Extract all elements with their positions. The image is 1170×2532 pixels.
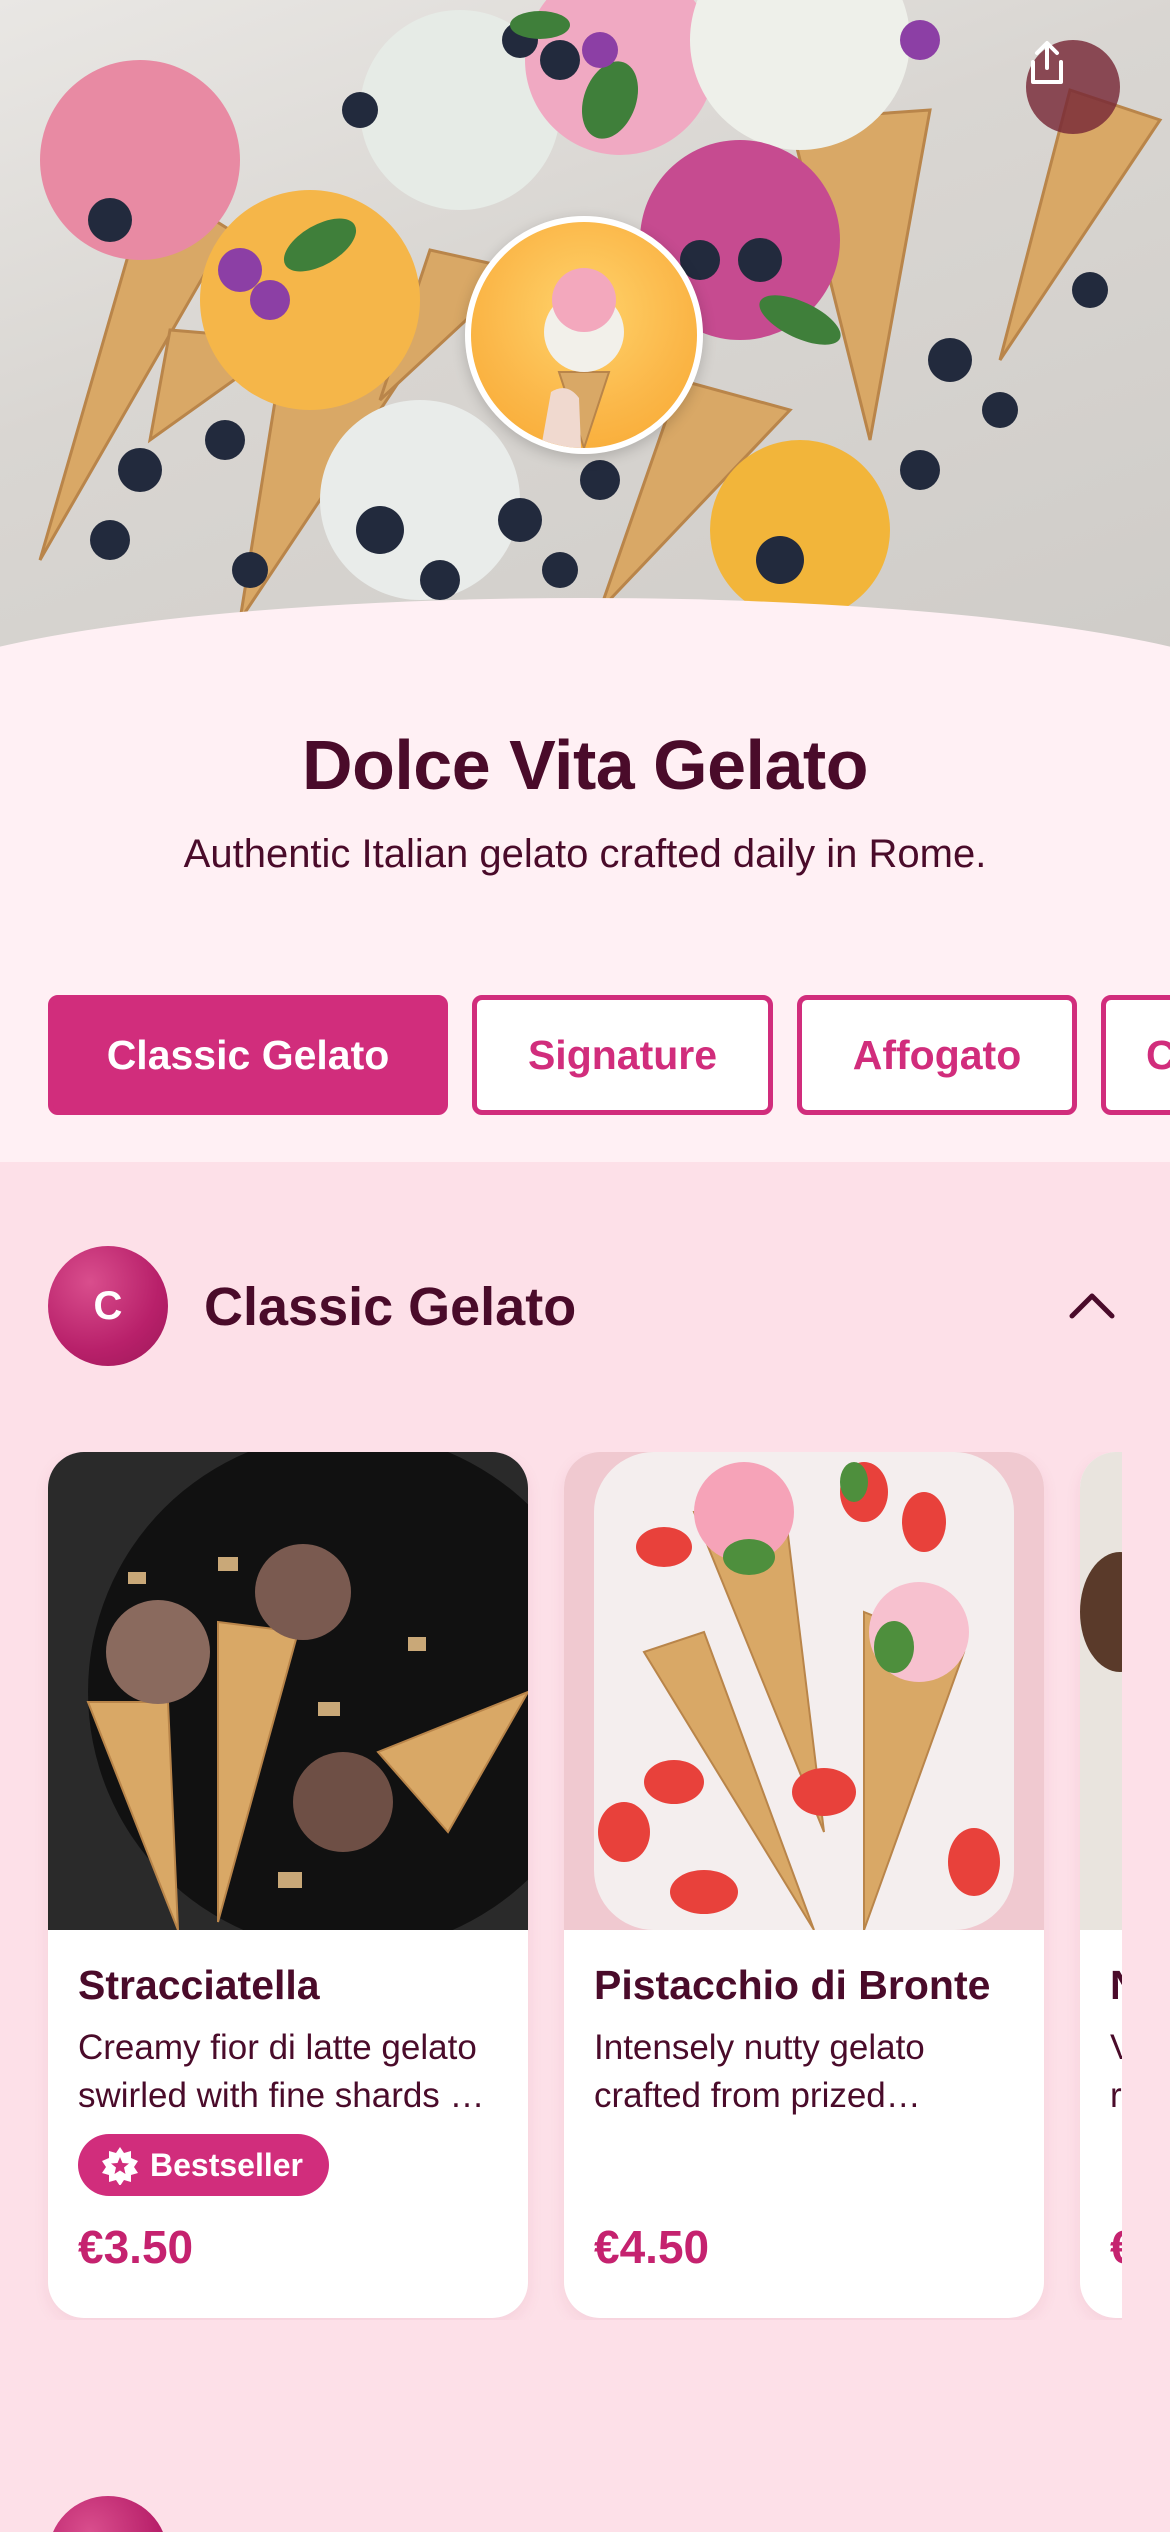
star-badge-icon: [102, 2147, 138, 2185]
chevron-up-icon[interactable]: [1062, 1276, 1122, 1336]
store-logo-avatar: [465, 216, 703, 454]
hero-banner: [0, 0, 1170, 680]
section-title: Classic Gelato: [204, 1277, 577, 1337]
product-price: €3.50: [78, 2221, 194, 2273]
tab-classic-gelato[interactable]: Classic Gelato: [48, 995, 448, 1115]
store-info: Dolce Vita Gelato Authentic Italian gela…: [0, 680, 1170, 1162]
product-description: V r: [1110, 2028, 1122, 2115]
bestseller-badge: Bestseller: [78, 2134, 329, 2196]
tab-partial[interactable]: C: [1101, 995, 1170, 1115]
section-letter-badge: C: [48, 1246, 168, 1366]
category-tabs: Classic Gelato Signature Affogato C: [48, 995, 1170, 1115]
product-image: [48, 1452, 528, 1930]
product-card-stracciatella[interactable]: Stracciatella Creamy fior di latte gelat…: [48, 1452, 528, 2318]
tab-signature[interactable]: Signature: [472, 995, 773, 1115]
share-icon: [1031, 41, 1063, 84]
product-image: [1080, 1452, 1122, 1930]
product-name: Pistacchio di Bronte: [594, 1962, 991, 2008]
store-name: Dolce Vita Gelato: [302, 726, 868, 804]
product-card-partial[interactable]: N V r €: [1080, 1452, 1122, 2318]
ice-cream-cone-icon: [541, 268, 624, 448]
product-price: €: [1110, 2220, 1122, 2274]
badge-label: Bestseller: [150, 2146, 303, 2183]
next-section-badge: [48, 2496, 168, 2532]
product-description: Intensely nutty gelato crafted from priz…: [594, 2028, 925, 2115]
product-name: Stracciatella: [78, 1962, 320, 2008]
product-description: Creamy fior di latte gelato swirled with…: [78, 2028, 485, 2115]
product-carousel[interactable]: Stracciatella Creamy fior di latte gelat…: [0, 1452, 1122, 2320]
product-name: N: [1110, 1962, 1122, 2009]
tab-affogato[interactable]: Affogato: [797, 995, 1077, 1115]
store-tagline: Authentic Italian gelato crafted daily i…: [183, 832, 987, 876]
product-card-pistacchio[interactable]: Pistacchio di Bronte Intensely nutty gel…: [564, 1452, 1044, 2318]
section-header[interactable]: C Classic Gelato: [48, 1246, 1122, 1368]
share-button[interactable]: [1026, 40, 1120, 134]
product-image: [564, 1452, 1044, 1930]
product-price: €4.50: [594, 2221, 710, 2273]
